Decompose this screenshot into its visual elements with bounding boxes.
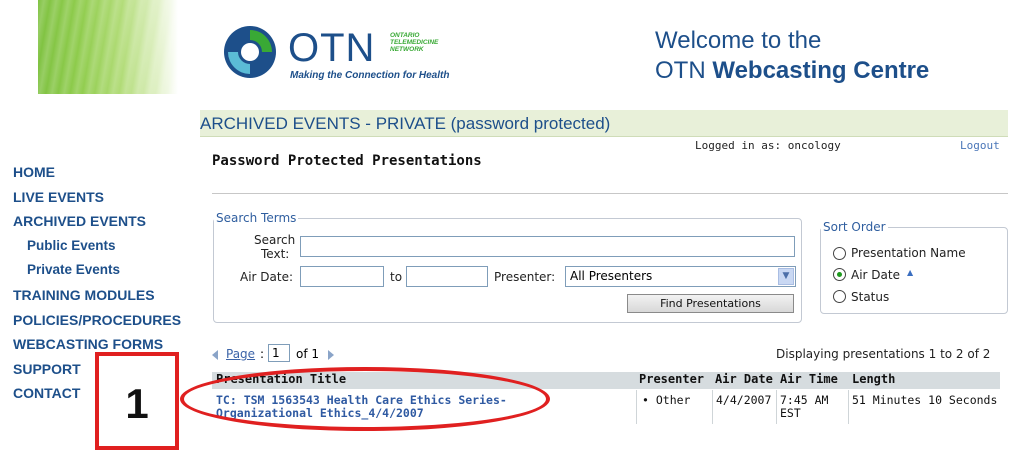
- nav-home[interactable]: HOME: [13, 160, 181, 185]
- search-text-label-line1: Search: [254, 233, 296, 247]
- air-time-zone: EST: [780, 406, 801, 420]
- search-text-label-line2: Text:: [261, 247, 290, 261]
- nav-archived-events[interactable]: ARCHIVED EVENTS: [13, 209, 181, 234]
- air-date-cell: 4/4/2007: [716, 393, 772, 407]
- welcome-otn: OTN: [655, 57, 706, 84]
- sort-order-legend: Sort Order: [823, 220, 886, 234]
- find-presentations-button[interactable]: Find Presentations: [627, 294, 794, 313]
- logout-link[interactable]: Logout: [960, 139, 1000, 152]
- sort-label-presentation-name: Presentation Name: [851, 246, 966, 260]
- nav-public-events[interactable]: Public Events: [13, 234, 181, 259]
- otn-tagline: Making the Connection for Health: [290, 70, 450, 81]
- previous-page-icon[interactable]: [212, 350, 218, 360]
- sort-radio-air-date[interactable]: [833, 268, 846, 281]
- column-header-air-date[interactable]: Air Date: [715, 372, 773, 386]
- otn-logo[interactable]: OTN ONTARIO TELEMEDICINE NETWORK Making …: [222, 24, 482, 84]
- divider: [212, 193, 1008, 194]
- to-label: to: [390, 270, 403, 284]
- air-date-to-input[interactable]: [406, 266, 488, 287]
- green-logo-graphic: [38, 0, 178, 94]
- presenter-selected-value: All Presenters: [570, 269, 653, 283]
- column-divider: [848, 390, 849, 424]
- column-header-air-time[interactable]: Air Time: [780, 372, 838, 386]
- column-header-length[interactable]: Length: [852, 372, 895, 386]
- nav-live-events[interactable]: LIVE EVENTS: [13, 185, 181, 210]
- sort-radio-presentation-name[interactable]: [833, 247, 846, 260]
- air-time-cell: 7:45 AM EST: [780, 394, 828, 420]
- welcome-heading: Welcome to the OTN Webcasting Centre: [655, 26, 929, 86]
- column-divider: [636, 390, 637, 424]
- nav-private-events[interactable]: Private Events: [13, 258, 181, 283]
- sort-label-status: Status: [851, 290, 890, 304]
- presenter-cell: • Other: [642, 393, 691, 407]
- sort-radio-status[interactable]: [833, 290, 846, 303]
- page-link[interactable]: Page: [226, 347, 255, 361]
- sort-ascending-icon: ▲: [907, 268, 914, 277]
- step-number-box: 1: [95, 352, 179, 450]
- search-text-input[interactable]: [300, 236, 795, 257]
- step-number: 1: [125, 380, 149, 427]
- welcome-line-2: OTN Webcasting Centre: [655, 56, 929, 86]
- otn-wordmark: OTN: [288, 26, 376, 70]
- otn-swirl-icon: [224, 26, 276, 78]
- column-divider: [712, 390, 713, 424]
- page-colon: :: [260, 347, 265, 361]
- results-count: Displaying presentations 1 to 2 of 2: [776, 347, 991, 361]
- air-date-from-input[interactable]: [300, 266, 384, 287]
- length-cell: 51 Minutes 10 Seconds: [852, 393, 998, 407]
- highlight-ellipse: [180, 367, 550, 431]
- sort-order-group: Sort Order: [820, 220, 1008, 314]
- page-of-label: of 1: [296, 347, 320, 361]
- column-divider: [776, 390, 777, 424]
- nav-policies-procedures[interactable]: POLICIES/PROCEDURES: [13, 308, 181, 333]
- nav-training-modules[interactable]: TRAINING MODULES: [13, 283, 181, 308]
- presenter-label: Presenter:: [494, 270, 556, 284]
- section-banner: ARCHIVED EVENTS - PRIVATE (password prot…: [200, 110, 1008, 137]
- banner-title: ARCHIVED EVENTS - PRIVATE (password prot…: [200, 114, 611, 133]
- logged-in-status: Logged in as: oncology: [695, 139, 841, 152]
- next-page-icon[interactable]: [328, 350, 334, 360]
- chevron-down-icon[interactable]: ▼: [778, 268, 794, 285]
- otn-subtext: ONTARIO TELEMEDICINE NETWORK: [390, 32, 439, 53]
- welcome-webcasting-centre: Webcasting Centre: [712, 57, 930, 84]
- welcome-line-1: Welcome to the: [655, 27, 822, 54]
- page-title: Password Protected Presentations: [212, 153, 482, 169]
- search-terms-legend: Search Terms: [216, 211, 297, 225]
- sort-label-air-date: Air Date: [851, 268, 900, 282]
- column-header-presenter[interactable]: Presenter: [639, 372, 704, 386]
- page-number-input[interactable]: [268, 344, 290, 362]
- air-date-label: Air Date:: [240, 270, 294, 284]
- presenter-select[interactable]: All Presenters ▼: [565, 266, 796, 287]
